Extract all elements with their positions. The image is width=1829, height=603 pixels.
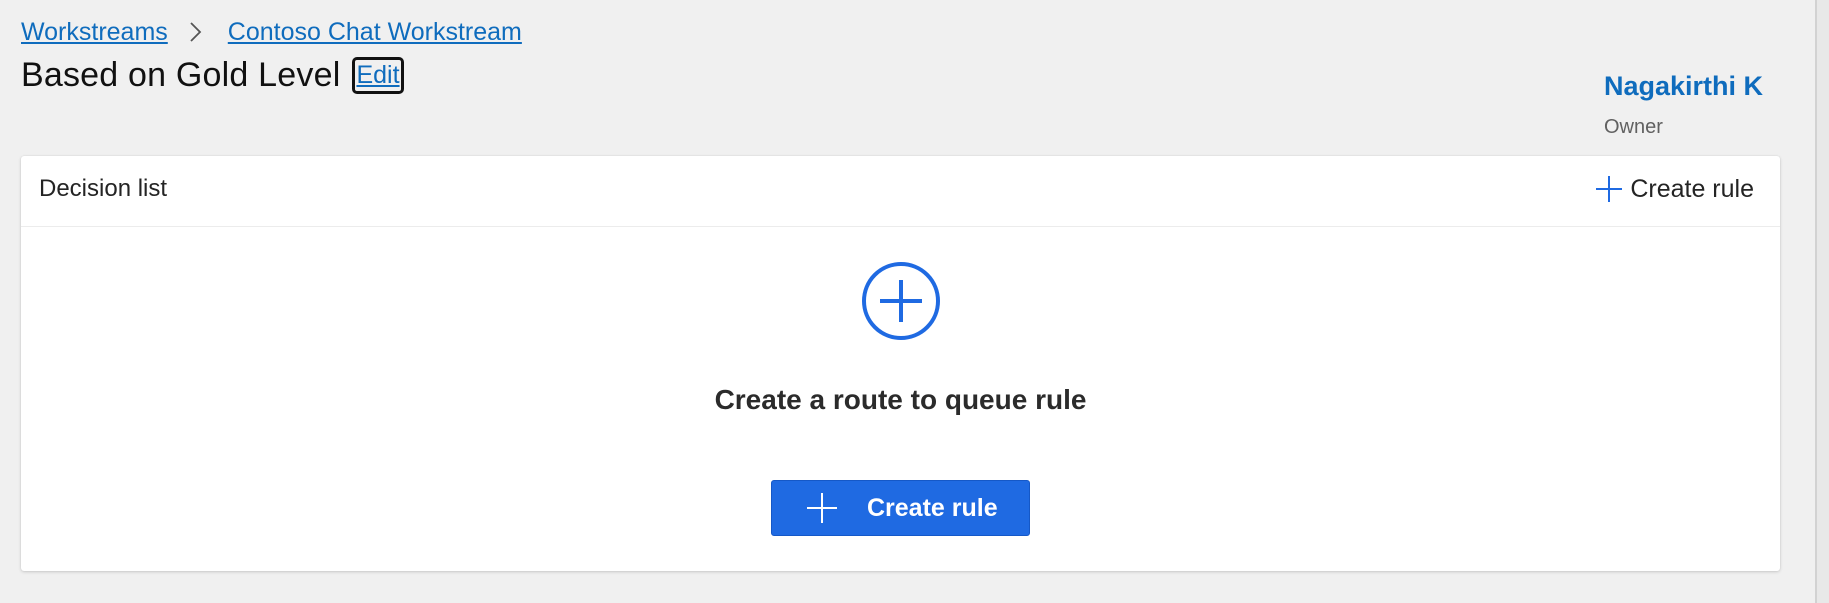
page-title-row: Based on Gold Level Edit <box>21 56 404 95</box>
plus-icon <box>1594 174 1624 204</box>
page-title: Based on Gold Level <box>21 56 341 94</box>
header-create-rule-button[interactable]: Create rule <box>1594 174 1754 204</box>
breadcrumb-contoso-chat-workstream-link[interactable]: Contoso Chat Workstream <box>228 14 522 50</box>
circle-plus-icon <box>861 261 941 341</box>
create-rule-button-label: Create rule <box>867 493 998 522</box>
plus-icon <box>805 491 839 525</box>
decision-list-panel: Decision list Create rule Create a route… <box>21 156 1780 571</box>
owner-role-label: Owner <box>1604 116 1663 138</box>
breadcrumb: Workstreams Contoso Chat Workstream <box>21 14 522 50</box>
empty-state-message: Create a route to queue rule <box>714 384 1087 415</box>
create-rule-button[interactable]: Create rule <box>771 480 1030 536</box>
empty-state: Create a route to queue rule <box>21 261 1780 416</box>
vertical-scrollbar[interactable] <box>1815 0 1829 603</box>
panel-title: Decision list <box>39 175 168 202</box>
breadcrumb-workstreams-link[interactable]: Workstreams <box>21 14 168 50</box>
edit-title-link[interactable]: Edit <box>352 57 404 94</box>
header-create-rule-label: Create rule <box>1630 174 1754 203</box>
owner-name-link[interactable]: Nagakirthi K <box>1604 66 1763 106</box>
owner-info: Nagakirthi K Owner <box>1604 66 1763 139</box>
panel-header: Decision list Create rule <box>21 156 1780 227</box>
chevron-right-icon <box>182 19 208 45</box>
